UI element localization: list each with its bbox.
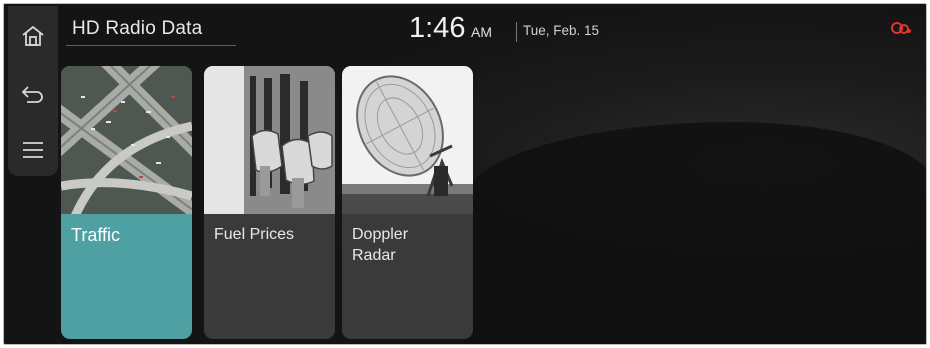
screen: HD Radio Data 1:46 AM Tue, Feb. 15 Traff… bbox=[3, 3, 927, 345]
clock-time: 1:46 bbox=[409, 12, 466, 44]
clock-date: Tue, Feb. 15 bbox=[523, 23, 600, 38]
traffic-card[interactable]: Traffic bbox=[61, 66, 192, 339]
menu-icon bbox=[23, 142, 43, 158]
background-hill bbox=[464, 122, 926, 344]
fuel-pump-image bbox=[204, 66, 335, 214]
highway-aerial-image bbox=[61, 66, 192, 214]
traffic-label: Traffic bbox=[71, 225, 121, 245]
header-divider bbox=[516, 22, 517, 42]
connected-car-icon bbox=[891, 22, 911, 34]
doppler-radar-card[interactable]: Doppler Radar bbox=[342, 66, 473, 339]
back-icon bbox=[21, 86, 43, 103]
fuel-prices-label: Fuel Prices bbox=[214, 226, 295, 243]
clock-ampm: AM bbox=[471, 24, 492, 40]
fuel-prices-card[interactable]: Fuel Prices bbox=[204, 66, 335, 339]
menu-button[interactable] bbox=[8, 130, 58, 170]
home-button[interactable] bbox=[8, 16, 58, 56]
radar-dish-image bbox=[342, 66, 473, 214]
doppler-radar-label: Doppler Radar bbox=[352, 224, 408, 266]
page-title: HD Radio Data bbox=[72, 18, 203, 39]
connected-car-status[interactable] bbox=[890, 20, 912, 41]
home-icon bbox=[22, 25, 44, 46]
doppler-radar-label-line-1: Doppler bbox=[352, 226, 409, 243]
title-underline bbox=[66, 45, 236, 46]
doppler-radar-label-line-2: Radar bbox=[352, 247, 396, 264]
back-button[interactable] bbox=[8, 74, 58, 114]
sidebar bbox=[8, 6, 58, 176]
